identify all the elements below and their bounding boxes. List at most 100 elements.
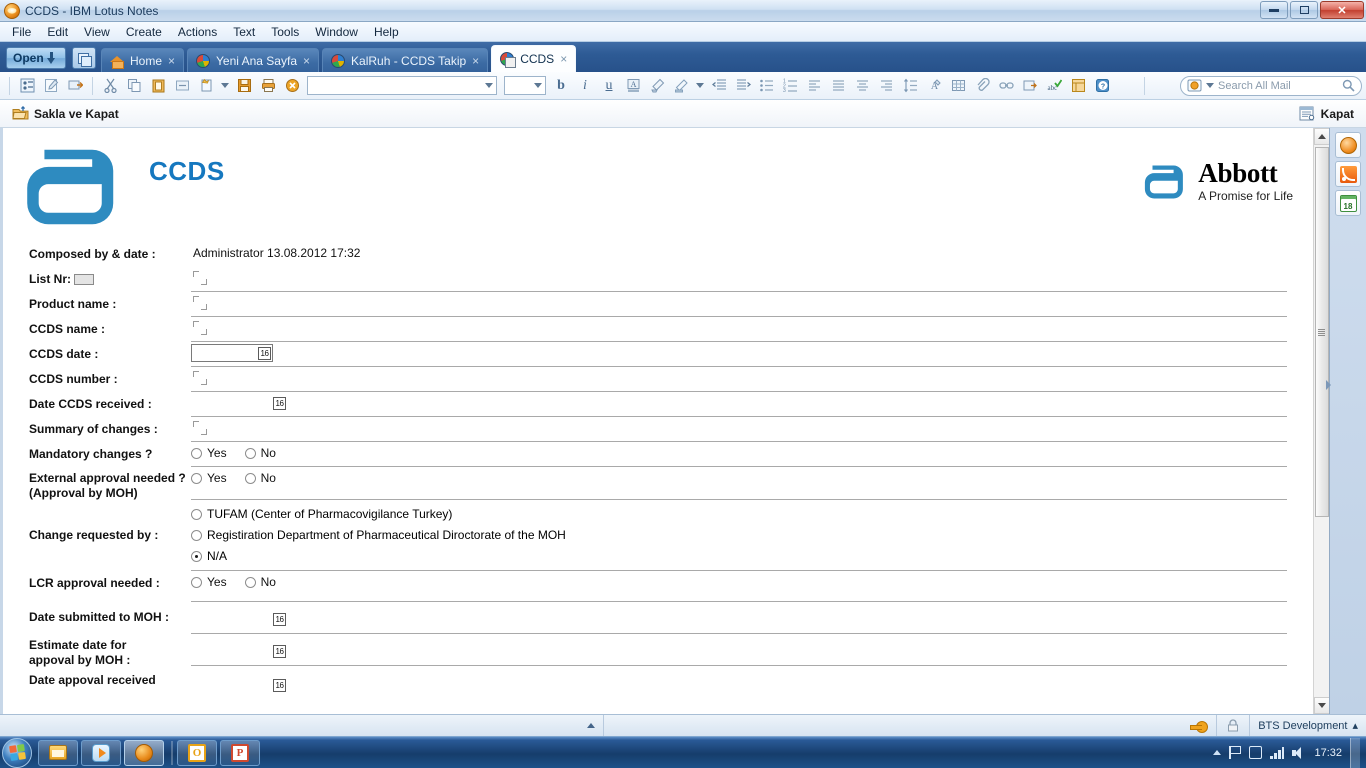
cut-icon[interactable] bbox=[99, 75, 121, 97]
tab-yeni-ana-sayfa-close-icon[interactable]: × bbox=[303, 54, 310, 68]
align-right-icon[interactable] bbox=[875, 75, 897, 97]
tab-home[interactable]: Home × bbox=[101, 48, 185, 72]
menu-window[interactable]: Window bbox=[307, 23, 366, 41]
tab-ccds-close-icon[interactable]: × bbox=[560, 52, 567, 66]
status-lock-indicator[interactable] bbox=[1217, 714, 1251, 737]
numbered-list-icon[interactable]: 123 bbox=[779, 75, 801, 97]
show-desktop-button[interactable] bbox=[1350, 737, 1360, 768]
menu-text[interactable]: Text bbox=[225, 23, 263, 41]
network-notice-hand-icon[interactable] bbox=[1249, 746, 1263, 759]
list-nr-input[interactable] bbox=[191, 267, 1287, 292]
calendar-picker-icon[interactable]: 16 bbox=[273, 396, 286, 410]
ccds-date-input[interactable]: 16 bbox=[191, 344, 273, 362]
close-button[interactable]: ✕ bbox=[1320, 1, 1364, 19]
radio-icon[interactable] bbox=[244, 576, 256, 588]
paste-special-icon[interactable] bbox=[171, 75, 193, 97]
sidebar-splitter-handle[interactable] bbox=[1326, 380, 1331, 390]
font-size-select[interactable] bbox=[504, 76, 546, 95]
tab-yeni-ana-sayfa[interactable]: Yeni Ana Sayfa × bbox=[187, 48, 320, 72]
start-button[interactable] bbox=[2, 737, 32, 768]
paste-icon[interactable] bbox=[147, 75, 169, 97]
menu-tools[interactable]: Tools bbox=[263, 23, 307, 41]
copy-icon[interactable] bbox=[123, 75, 145, 97]
radio-icon[interactable] bbox=[244, 472, 256, 484]
sidebar-item-feeds[interactable] bbox=[1335, 161, 1361, 187]
ccds-number-input[interactable] bbox=[191, 367, 1287, 392]
new-document-icon[interactable] bbox=[195, 75, 217, 97]
taskbar-ibm-lotus-notes[interactable] bbox=[124, 739, 164, 766]
attach-icon[interactable] bbox=[971, 75, 993, 97]
summary-of-changes-input[interactable] bbox=[191, 417, 1287, 442]
radio-icon[interactable] bbox=[191, 472, 202, 484]
font-color-icon[interactable]: A bbox=[622, 75, 644, 97]
text-style-icon[interactable] bbox=[670, 75, 692, 97]
open-button[interactable]: Open bbox=[6, 47, 66, 69]
bold-icon[interactable]: b bbox=[550, 75, 572, 97]
taskbar-clock[interactable]: 17:32 bbox=[1314, 747, 1342, 759]
change-requested-by-registration-dept[interactable]: Registiration Department of Pharmaceutic… bbox=[191, 528, 1275, 542]
save-icon[interactable] bbox=[233, 75, 255, 97]
edit-document-icon[interactable] bbox=[40, 75, 62, 97]
tab-kalruh-ccds-takip[interactable]: KalRuh - CCDS Takip × bbox=[322, 48, 489, 72]
external-approval-yes[interactable]: Yes bbox=[191, 471, 227, 485]
menu-view[interactable]: View bbox=[76, 23, 118, 41]
calendar-picker-icon[interactable]: 16 bbox=[273, 612, 286, 626]
status-key-indicator[interactable] bbox=[1182, 714, 1218, 737]
date-ccds-received-input[interactable]: 16 bbox=[191, 394, 287, 412]
link-icon[interactable] bbox=[995, 75, 1017, 97]
taskbar-windows-media-player[interactable] bbox=[81, 739, 121, 766]
estimate-date-input[interactable]: 16 bbox=[191, 642, 287, 660]
margins-icon[interactable] bbox=[1067, 75, 1089, 97]
lcr-approval-yes[interactable]: Yes bbox=[191, 575, 227, 589]
radio-icon[interactable] bbox=[191, 529, 202, 541]
scroll-down-button[interactable] bbox=[1313, 697, 1330, 714]
table-icon[interactable] bbox=[947, 75, 969, 97]
tab-ccds[interactable]: CCDS × bbox=[491, 45, 577, 72]
save-and-close-button[interactable]: Sakla ve Kapat bbox=[6, 104, 125, 123]
delete-icon[interactable] bbox=[281, 75, 303, 97]
scroll-up-button[interactable] bbox=[1313, 128, 1330, 145]
radio-icon[interactable] bbox=[191, 508, 202, 520]
sidebar-item-sametime-chat[interactable] bbox=[1335, 132, 1361, 158]
indent-less-icon[interactable] bbox=[708, 75, 730, 97]
window-switcher-button[interactable] bbox=[72, 47, 96, 69]
taskbar-windows-explorer[interactable] bbox=[38, 739, 78, 766]
align-left-icon[interactable] bbox=[803, 75, 825, 97]
new-document-dropdown-icon[interactable] bbox=[219, 75, 231, 97]
menu-edit[interactable]: Edit bbox=[39, 23, 76, 41]
external-approval-no[interactable]: No bbox=[244, 471, 276, 485]
search-input[interactable]: Search All Mail bbox=[1180, 75, 1362, 96]
date-approval-received-input[interactable]: 16 bbox=[191, 676, 287, 694]
print-icon[interactable] bbox=[257, 75, 279, 97]
tab-home-close-icon[interactable]: × bbox=[168, 54, 175, 68]
spell-check-icon[interactable]: abc bbox=[1043, 75, 1065, 97]
mandatory-changes-no[interactable]: No bbox=[244, 446, 276, 460]
radio-icon[interactable] bbox=[244, 447, 256, 459]
radio-icon-selected[interactable] bbox=[191, 550, 202, 562]
status-expand-button[interactable] bbox=[579, 714, 604, 737]
show-hidden-icons-button[interactable] bbox=[1213, 750, 1222, 755]
italic-icon[interactable]: i bbox=[574, 75, 596, 97]
mandatory-changes-yes[interactable]: Yes bbox=[191, 446, 227, 460]
menu-file[interactable]: File bbox=[4, 23, 39, 41]
menu-help[interactable]: Help bbox=[366, 23, 407, 41]
calendar-picker-icon[interactable]: 16 bbox=[258, 346, 271, 360]
calendar-picker-icon[interactable]: 16 bbox=[273, 644, 286, 658]
line-spacing-icon[interactable] bbox=[899, 75, 921, 97]
chevron-down-icon[interactable] bbox=[1206, 83, 1214, 88]
sidebar-item-day-at-a-glance[interactable]: 18 bbox=[1335, 190, 1361, 216]
section-icon[interactable] bbox=[1019, 75, 1041, 97]
date-submitted-to-moh-input[interactable]: 16 bbox=[191, 610, 287, 628]
document-scrollbar[interactable] bbox=[1313, 128, 1330, 714]
volume-speaker-icon[interactable] bbox=[1292, 746, 1306, 759]
minimize-button[interactable] bbox=[1260, 1, 1288, 19]
menu-create[interactable]: Create bbox=[118, 23, 170, 41]
tab-kalruh-ccds-takip-close-icon[interactable]: × bbox=[472, 54, 479, 68]
radio-icon[interactable] bbox=[191, 576, 202, 588]
scrollbar-thumb[interactable] bbox=[1314, 147, 1329, 517]
font-name-select[interactable] bbox=[307, 76, 497, 95]
indent-more-icon[interactable] bbox=[732, 75, 754, 97]
status-location[interactable]: BTS Development ▴ bbox=[1250, 715, 1366, 737]
taskbar-outlook[interactable]: O bbox=[177, 739, 217, 766]
properties-icon[interactable] bbox=[16, 75, 38, 97]
